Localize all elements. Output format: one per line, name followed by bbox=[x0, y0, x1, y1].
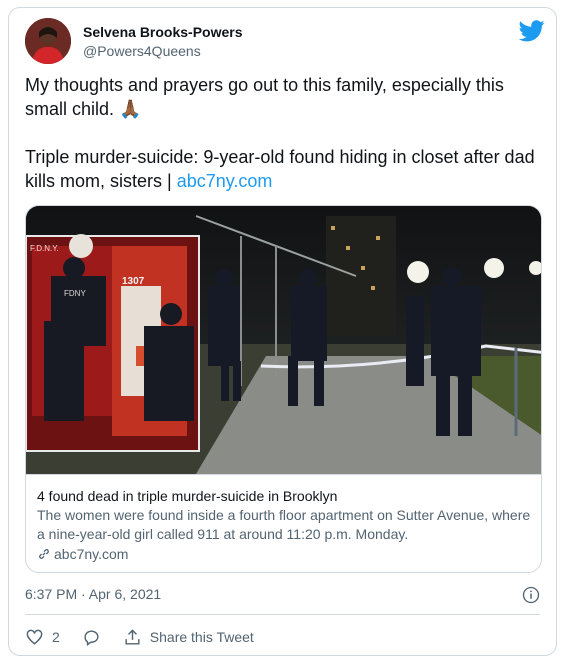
fdny-top-label: F.D.N.Y. bbox=[30, 244, 59, 253]
card-title[interactable]: 4 found dead in triple murder-suicide in… bbox=[37, 487, 532, 506]
like-button[interactable]: 2 bbox=[25, 628, 60, 647]
tweet-link[interactable]: abc7ny.com bbox=[177, 171, 273, 191]
fdny-unit-number: 1307 bbox=[122, 276, 145, 287]
display-name[interactable]: Selvena Brooks-Powers bbox=[83, 24, 243, 40]
avatar[interactable] bbox=[25, 18, 71, 64]
preview-image: 1307 F.D.N.Y. FDNY bbox=[26, 206, 541, 474]
fdny-jacket-label: FDNY bbox=[64, 289, 86, 298]
tweet-header: Selvena Brooks-Powers @Powers4Queens bbox=[25, 18, 545, 66]
tweet-actions: 2 Share this Tweet bbox=[25, 626, 276, 648]
like-count: 2 bbox=[52, 629, 60, 645]
share-button[interactable]: Share this Tweet bbox=[123, 628, 254, 647]
reply-icon bbox=[84, 629, 99, 646]
card-domain-row: abc7ny.com bbox=[37, 544, 532, 564]
tweet-card[interactable]: Selvena Brooks-Powers @Powers4Queens My … bbox=[8, 7, 557, 656]
user-handle[interactable]: @Powers4Queens bbox=[83, 43, 201, 59]
link-icon bbox=[39, 549, 49, 559]
twitter-bird-icon[interactable] bbox=[519, 20, 545, 42]
tweet-headline: Triple murder-suicide: 9-year-old found … bbox=[25, 147, 535, 191]
link-preview-card[interactable]: 1307 F.D.N.Y. FDNY 4 found dead in tripl… bbox=[25, 205, 542, 573]
tweet-body: My thoughts and prayers go out to this f… bbox=[25, 73, 540, 193]
tweet-timestamp[interactable]: 6:37 PM · Apr 6, 2021 bbox=[25, 586, 161, 602]
share-icon bbox=[125, 628, 140, 645]
share-label: Share this Tweet bbox=[149, 629, 254, 645]
info-icon[interactable] bbox=[522, 586, 540, 604]
card-domain[interactable]: abc7ny.com bbox=[54, 544, 128, 564]
reply-button[interactable] bbox=[82, 628, 101, 647]
card-description: The women were found inside a fourth flo… bbox=[37, 507, 531, 542]
tweet-text-line1: My thoughts and prayers go out to this f… bbox=[25, 75, 504, 119]
divider bbox=[25, 614, 540, 615]
preview-meta: 4 found dead in triple murder-suicide in… bbox=[26, 474, 541, 572]
heart-icon bbox=[26, 629, 43, 645]
tweet-text-line2: Triple murder-suicide: 9-year-old found … bbox=[25, 145, 540, 193]
